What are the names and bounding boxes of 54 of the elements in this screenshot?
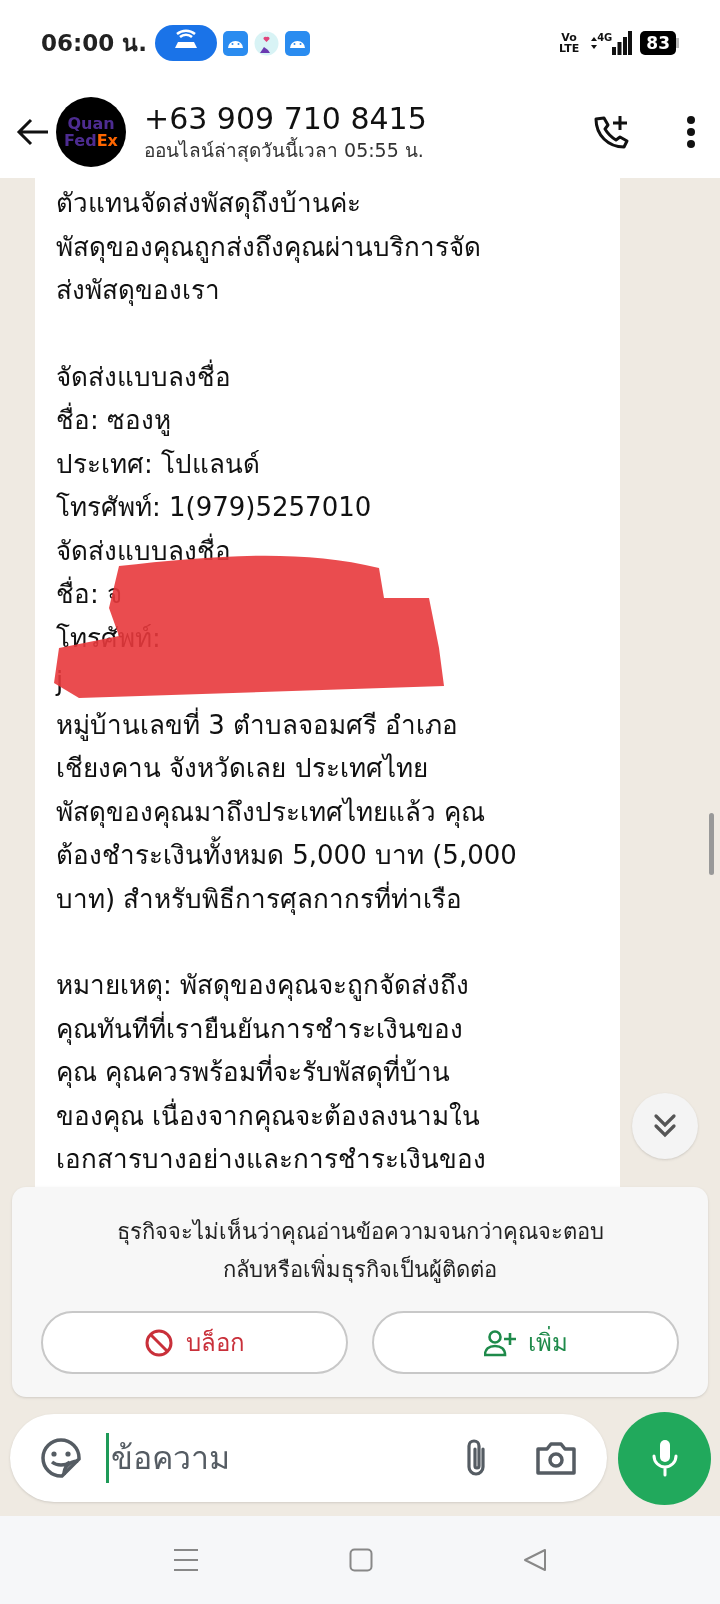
- avatar-text: Quan: [67, 115, 115, 132]
- android-icon: [284, 30, 310, 56]
- message-line: หมายเหตุ: พัสดุของคุณจะถูกจัดส่งถึง: [56, 969, 470, 1003]
- home-square-icon[interactable]: [349, 1548, 373, 1572]
- message-line: จัดส่งแบบลงชื่อ: [56, 358, 231, 394]
- double-chevron-down-icon: [653, 1113, 677, 1139]
- message-line: ส่งพัสดุของเรา: [56, 274, 220, 308]
- data-arrows-icon: [591, 37, 598, 49]
- more-options-icon[interactable]: [686, 115, 696, 149]
- message-line: พัสดุของคุณมาถึงประเทศไทยแล้ว คุณ: [56, 795, 486, 830]
- message-line: พัสดุของคุณถูกส่งถึงคุณผ่านบริการจัด: [56, 230, 481, 265]
- message-line: ของคุณ เนื่องจากคุณจะต้องลงนามใน: [56, 1097, 481, 1134]
- block-icon: [144, 1327, 174, 1358]
- message-input[interactable]: ข้อความ: [10, 1414, 607, 1502]
- signal-icon: [612, 31, 633, 55]
- avatar-text: FedEx: [64, 132, 118, 149]
- block-button[interactable]: บล็อก: [41, 1311, 348, 1374]
- message-line: จัดส่งแบบลงชื่อ: [56, 532, 231, 568]
- message-line: ตัวแทนจัดส่งพัสดุถึงบ้านค่ะ: [56, 187, 361, 221]
- message-line: ประเทศ: โปแลนด์: [56, 447, 261, 481]
- back-triangle-icon[interactable]: [523, 1548, 547, 1572]
- message-line: ชื่อ: ซองหู: [56, 399, 172, 443]
- contact-avatar[interactable]: Quan FedEx: [56, 97, 126, 167]
- scroll-bar: [709, 813, 714, 875]
- battery-indicator: 83: [640, 31, 676, 55]
- notice-text: กลับหรือเพิ่มธุรกิจเป็นผู้ติดต่อ: [223, 1251, 497, 1289]
- camera-icon[interactable]: [535, 1440, 577, 1476]
- hotspot-icon: [154, 25, 217, 61]
- message-line: ต้องชำระเงินทั้งหมด 5,000 บาท (5,000: [56, 834, 517, 878]
- heart-app-icon: [253, 30, 279, 56]
- add-person-icon: [483, 1328, 516, 1357]
- sticker-icon[interactable]: [40, 1437, 82, 1479]
- message-line: คุณทันทีที่เรายืนยันการชำระเงินของ: [56, 1010, 463, 1047]
- message-line: คุณ คุณควรพร้อมที่จะรับพัสดุที่บ้าน: [56, 1051, 451, 1095]
- add-call-icon[interactable]: [592, 113, 630, 151]
- back-arrow-icon[interactable]: [16, 117, 50, 147]
- menu-icon[interactable]: [173, 1548, 199, 1572]
- notice-text: ธุรกิจจะไม่เห็นว่าคุณอ่านข้อความจนกว่าคุณจะตอบ: [116, 1216, 604, 1247]
- status-time: 06:00 น.: [41, 28, 147, 58]
- network-type: 4G: [597, 31, 613, 45]
- battery-tip-icon: [676, 38, 679, 48]
- message-line: เอกสารบางอย่างและการชำระเงินของ: [56, 1143, 486, 1176]
- message-line: บาท) สำหรับพิธีการศุลกากรที่ท่าเรือ: [56, 880, 463, 917]
- message-line: เชียงคาน จังหวัดเลย ประเทศไทย: [56, 752, 428, 785]
- message-line: หมู่บ้านเลขที่ 3 ตำบลจอมศรี อำเภอ: [56, 706, 459, 743]
- scroll-down-button[interactable]: [632, 1093, 698, 1159]
- volte-label: Vo LTE: [558, 32, 580, 54]
- contact-name: +63 909 710 8415: [144, 101, 427, 137]
- add-contact-button[interactable]: เพิ่ม: [372, 1311, 679, 1374]
- message-line: j: [56, 665, 64, 698]
- android-icon: [222, 30, 248, 56]
- last-seen: ออนไลน์ล่าสุดวันนี้เวลา 05:55 น.: [144, 137, 425, 163]
- message-line: โทรศัพท์: 1(979)5257010: [56, 491, 372, 524]
- message-field[interactable]: ข้อความ: [111, 1434, 463, 1482]
